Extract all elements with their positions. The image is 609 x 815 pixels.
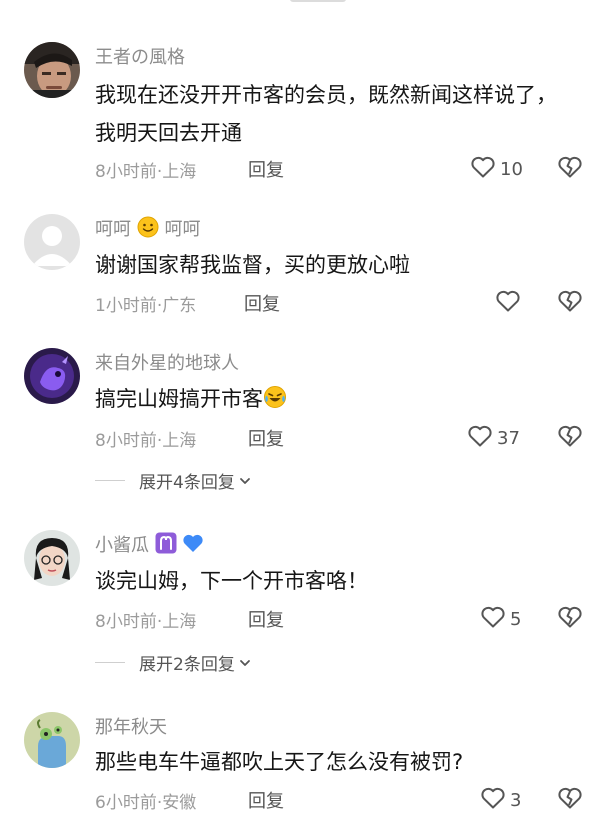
avatar[interactable]: [24, 530, 80, 586]
expand-replies-label: 展开4条回复: [139, 473, 235, 493]
avatar[interactable]: [24, 712, 80, 768]
heart-outline-icon: [495, 289, 521, 318]
like-button[interactable]: [495, 289, 525, 318]
comment-time-location: 8小时前·上海: [95, 162, 197, 182]
comment-text: 我现在还没开开市客的会员，既然新闻这样说了，我明天回去开通: [95, 83, 557, 145]
dislike-button[interactable]: [557, 155, 583, 183]
like-button[interactable]: 5: [480, 605, 521, 634]
dislike-button[interactable]: [557, 786, 583, 814]
like-button[interactable]: 3: [480, 786, 521, 815]
chevron-down-icon: [239, 653, 251, 673]
username-part: 呵呵: [95, 219, 131, 240]
heart-outline-icon: [480, 786, 506, 815]
reply-button[interactable]: 回复: [244, 290, 280, 316]
aries-emoji-icon: [155, 532, 177, 559]
like-count: 5: [510, 609, 522, 630]
divider: [95, 662, 125, 663]
avatar[interactable]: [24, 348, 80, 404]
blue-heart-emoji-icon: [182, 532, 204, 559]
comment-time-location: 8小时前·上海: [95, 431, 197, 451]
like-button[interactable]: 37: [467, 424, 520, 453]
broken-heart-icon: [557, 156, 583, 183]
divider: [95, 480, 125, 481]
previous-item-edge: [290, 0, 346, 2]
broken-heart-icon: [557, 425, 583, 452]
expand-replies-label: 展开2条回复: [139, 655, 235, 675]
comment-text-content: 搞完山姆搞开市客: [95, 387, 263, 411]
dislike-button[interactable]: [557, 289, 583, 317]
expand-replies-button[interactable]: 展开4条回复: [95, 468, 251, 493]
heart-outline-icon: [480, 605, 506, 634]
chevron-down-icon: [239, 471, 251, 491]
like-count: 3: [510, 790, 522, 811]
username-part: 小酱瓜: [95, 535, 149, 556]
comment-text: 搞完山姆搞开市客: [95, 380, 565, 421]
avatar[interactable]: [24, 214, 80, 270]
reply-button[interactable]: 回复: [248, 156, 284, 182]
comment-username[interactable]: 王者の風格: [95, 43, 185, 69]
reply-button[interactable]: 回复: [248, 787, 284, 813]
reply-button[interactable]: 回复: [248, 606, 284, 632]
comment-username[interactable]: 那年秋天: [95, 713, 167, 739]
like-count: 10: [500, 159, 523, 180]
broken-heart-icon: [557, 606, 583, 633]
comment-text: 谢谢国家帮我监督，买的更放心啦: [95, 253, 410, 277]
comment-username[interactable]: 呵呵 呵呵: [95, 215, 200, 243]
heart-outline-icon: [467, 424, 493, 453]
like-button[interactable]: 10: [470, 155, 523, 184]
dislike-button[interactable]: [557, 605, 583, 633]
comment-time-location: 8小时前·上海: [95, 612, 197, 632]
crying-laughing-emoji-icon: [263, 383, 287, 421]
comment-time-location: 6小时前·安徽: [95, 793, 197, 813]
like-count: 37: [497, 428, 520, 449]
broken-heart-icon: [557, 787, 583, 814]
reply-button[interactable]: 回复: [248, 425, 284, 451]
comment-username[interactable]: 小酱瓜: [95, 531, 204, 559]
expand-replies-button[interactable]: 展开2条回复: [95, 650, 251, 675]
username-part: 呵呵: [164, 219, 201, 240]
heart-outline-icon: [470, 155, 496, 184]
broken-heart-icon: [557, 290, 583, 317]
comment-text: 谈完山姆，下一个开市客咯！: [95, 569, 368, 593]
avatar[interactable]: [24, 42, 80, 98]
comment-username[interactable]: 来自外星的地球人: [95, 349, 239, 375]
dislike-button[interactable]: [557, 424, 583, 452]
smiley-emoji-icon: [137, 216, 159, 243]
comment-text: 那些电车牛逼都吹上天了怎么没有被罚?: [95, 750, 464, 774]
comment-time-location: 1小时前·广东: [95, 296, 197, 316]
